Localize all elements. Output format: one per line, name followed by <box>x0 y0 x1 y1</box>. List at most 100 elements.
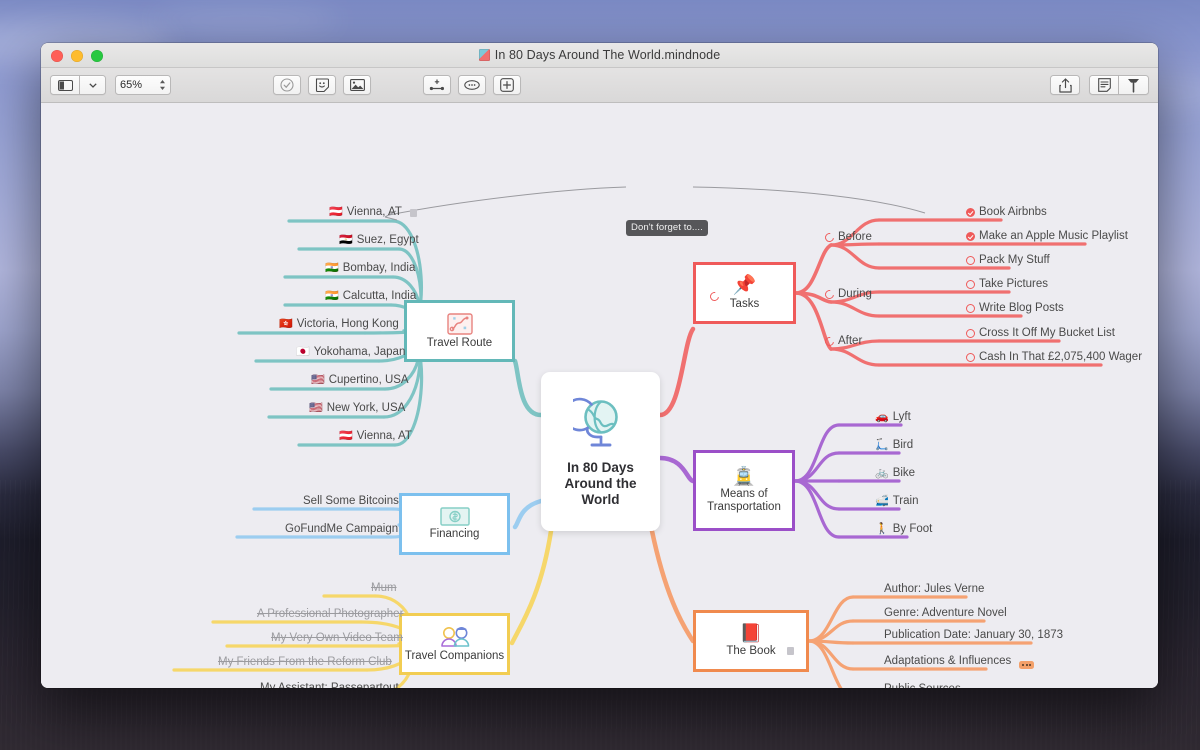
task-bucket-list[interactable]: Cross It Off My Bucket List <box>966 327 1115 340</box>
leaf-sell-bitcoins[interactable]: Sell Some Bitcoins <box>303 495 399 508</box>
stepper-up-down-icon <box>160 80 165 90</box>
leaf-gofundme[interactable]: GoFundMe Campaign <box>285 523 398 536</box>
globe-on-stand-icon <box>572 397 618 447</box>
branch-label: Tasks <box>729 297 760 310</box>
leaf-city-suez[interactable]: 🇪🇬 Suez, Egypt <box>339 234 419 247</box>
zoom-level-value: 65% <box>120 79 143 91</box>
checkbox-unchecked-icon[interactable] <box>966 353 975 362</box>
style-inspector-icon <box>1128 78 1139 93</box>
leaf-transport-bird[interactable]: 🛴 Bird <box>875 439 913 452</box>
task-group-after[interactable]: After <box>823 335 862 348</box>
note-indicator-icon[interactable] <box>409 208 417 217</box>
note-indicator-icon[interactable] <box>787 647 794 655</box>
collapsed-children-badge[interactable] <box>1019 661 1034 669</box>
leaf-book-publication-date[interactable]: Publication Date: January 30, 1873 <box>884 629 1063 642</box>
leaf-city-vienna-2[interactable]: 🇦🇹 Vienna, AT <box>339 430 412 443</box>
flag-icon-at: 🇦🇹 <box>339 430 353 442</box>
zoom-level-field[interactable]: 65% <box>115 75 171 95</box>
document-icon <box>478 49 490 61</box>
task-cash-in-wager[interactable]: Cash In That £2,075,400 Wager <box>966 351 1142 364</box>
leaf-city-yokohama[interactable]: 🇯🇵 Yokohama, Japan <box>296 346 405 359</box>
map-route-icon <box>446 312 473 335</box>
branch-label: Travel Companions <box>404 649 505 662</box>
progress-circle-icon <box>823 335 836 348</box>
task-write-blog-posts[interactable]: Write Blog Posts <box>966 302 1064 315</box>
leaf-city-victoria[interactable]: 🇭🇰 Victoria, Hong Kong <box>279 318 399 331</box>
leaf-city-vienna-1[interactable]: 🇦🇹 Vienna, AT <box>329 206 417 219</box>
train-icon: 🚅 <box>875 495 889 507</box>
checkbox-unchecked-icon[interactable] <box>966 280 975 289</box>
money-bill-icon <box>439 507 470 526</box>
add-comment-button[interactable] <box>458 75 486 95</box>
document-title: In 80 Days Around The World.mindnode <box>494 48 721 62</box>
leaf-companion-passepartout[interactable]: My Assistant: Passepartout <box>260 682 399 688</box>
add-box-button[interactable] <box>493 75 521 95</box>
add-node-button[interactable] <box>423 75 451 95</box>
add-sticker-button[interactable] <box>308 75 336 95</box>
inspector-button[interactable] <box>1119 75 1149 95</box>
leaf-city-cupertino[interactable]: 🇺🇸 Cupertino, USA <box>311 374 409 387</box>
progress-circle-icon <box>823 288 836 301</box>
walking-icon: 🚶 <box>875 523 889 535</box>
desktop-background: In 80 Days Around The World.mindnode 65%… <box>0 0 1200 750</box>
sidebar-options-button[interactable] <box>80 75 106 95</box>
flag-icon-hk: 🇭🇰 <box>279 318 293 330</box>
task-apple-music-playlist[interactable]: Make an Apple Music Playlist <box>966 230 1128 243</box>
flag-icon-jp: 🇯🇵 <box>296 346 310 358</box>
branch-label: Means of Transportation <box>707 488 781 513</box>
progress-circle-icon <box>823 231 836 244</box>
leaf-companion-reform-club[interactable]: My Friends From the Reform Club <box>218 656 392 669</box>
task-book-airbnbs[interactable]: Book Airbnbs <box>966 206 1047 219</box>
notes-button[interactable] <box>1089 75 1119 95</box>
note-callout[interactable]: Don't forget to.... <box>626 220 708 236</box>
leaf-city-newyork[interactable]: 🇺🇸 New York, USA <box>309 402 405 415</box>
branch-node-financing[interactable]: Financing <box>399 493 510 555</box>
flag-icon-at: 🇦🇹 <box>329 206 343 218</box>
leaf-book-author[interactable]: Author: Jules Verne <box>884 583 984 596</box>
leaf-companion-mum[interactable]: Mum <box>371 582 397 595</box>
center-node[interactable]: In 80 Days Around the World <box>541 372 660 531</box>
task-group-during[interactable]: During <box>823 288 872 301</box>
add-box-icon <box>500 78 514 92</box>
checkbox-unchecked-icon[interactable] <box>966 304 975 313</box>
two-people-icon <box>439 626 471 648</box>
branch-node-travel-companions[interactable]: Travel Companions <box>399 613 510 675</box>
scooter-icon: 🛴 <box>875 439 889 451</box>
pushpin-icon: 📌 <box>732 274 757 296</box>
branch-node-the-book[interactable]: 📕 The Book <box>693 610 809 672</box>
task-pack-my-stuff[interactable]: Pack My Stuff <box>966 254 1050 267</box>
checkbox-checked-icon[interactable] <box>966 208 975 217</box>
checkbox-unchecked-icon[interactable] <box>966 329 975 338</box>
leaf-companion-photographer[interactable]: A Professional Photographer <box>257 608 403 621</box>
leaf-companion-video-team[interactable]: My Very Own Video Team <box>271 632 403 645</box>
flag-icon-in: 🇮🇳 <box>325 262 339 274</box>
task-group-before[interactable]: Before <box>823 231 872 244</box>
checkbox-unchecked-icon[interactable] <box>966 256 975 265</box>
leaf-book-adaptations[interactable]: Adaptations & Influences <box>884 655 1011 668</box>
sidebar-toggle-button[interactable] <box>50 75 80 95</box>
share-button[interactable] <box>1050 75 1080 95</box>
leaf-transport-by-foot[interactable]: 🚶 By Foot <box>875 523 932 536</box>
mindmap-canvas[interactable]: Don't forget to.... In 80 Days Around th… <box>41 103 1158 688</box>
car-icon: 🚗 <box>875 411 889 423</box>
closed-book-icon: 📕 <box>739 623 763 643</box>
leaf-transport-bike[interactable]: 🚲 Bike <box>875 467 915 480</box>
branch-node-travel-route[interactable]: Travel Route <box>404 300 515 362</box>
zoom-stepper[interactable] <box>159 79 166 91</box>
progress-circle-icon <box>708 290 721 303</box>
add-task-button[interactable] <box>273 75 301 95</box>
check-circle-icon <box>280 78 294 92</box>
share-upload-icon <box>1058 77 1072 93</box>
leaf-transport-train[interactable]: 🚅 Train <box>875 495 918 508</box>
branch-node-tasks[interactable]: 📌 Tasks <box>693 262 796 324</box>
leaf-book-genre[interactable]: Genre: Adventure Novel <box>884 607 1007 620</box>
leaf-city-bombay[interactable]: 🇮🇳 Bombay, India <box>325 262 415 275</box>
checkbox-checked-icon[interactable] <box>966 232 975 241</box>
task-take-pictures[interactable]: Take Pictures <box>966 278 1048 291</box>
add-image-button[interactable] <box>343 75 371 95</box>
leaf-book-public-sources[interactable]: Public Sources <box>884 683 961 688</box>
branch-node-means-of-transportation[interactable]: 🚊 Means of Transportation <box>693 450 795 531</box>
sticker-smiley-icon <box>315 78 329 92</box>
leaf-transport-lyft[interactable]: 🚗 Lyft <box>875 411 911 424</box>
leaf-city-calcutta[interactable]: 🇮🇳 Calcutta, India <box>325 290 416 303</box>
